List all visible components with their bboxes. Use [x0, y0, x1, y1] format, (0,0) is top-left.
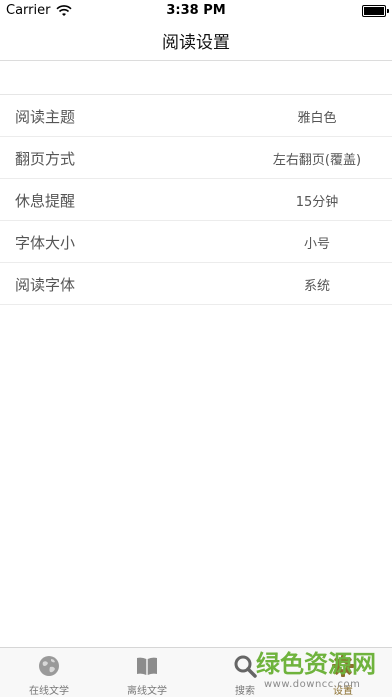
- status-time: 3:38 PM: [166, 3, 226, 18]
- setting-row-page-turn[interactable]: 翻页方式 左右翻页(覆盖): [0, 137, 392, 179]
- battery-icon: [362, 5, 389, 17]
- setting-label: 字体大小: [15, 234, 76, 252]
- setting-value: 15分钟: [295, 195, 339, 210]
- setting-row-rest-reminder[interactable]: 休息提醒 15分钟: [0, 179, 392, 221]
- setting-value: 系统: [303, 279, 330, 294]
- setting-label: 阅读字体: [15, 276, 76, 294]
- setting-label: 翻页方式: [15, 150, 76, 168]
- tab-online-literature[interactable]: 在线文学: [0, 648, 98, 697]
- watermark-url: www.downcc.com: [264, 679, 361, 690]
- search-icon: [234, 655, 257, 678]
- settings-list: 阅读主题 雅白色 翻页方式 左右翻页(覆盖) 休息提醒 15分钟 字体大小 小号…: [0, 94, 392, 305]
- setting-value: 小号: [303, 237, 330, 252]
- setting-value: 雅白色: [297, 111, 337, 126]
- setting-value: 左右翻页(覆盖): [272, 153, 362, 168]
- setting-label: 阅读主题: [15, 108, 76, 126]
- book-icon: [137, 657, 157, 675]
- setting-row-reading-theme[interactable]: 阅读主题 雅白色: [0, 95, 392, 137]
- navigation-bar: 阅读设置: [0, 20, 392, 61]
- globe-icon: [39, 656, 59, 676]
- tab-label: 离线文学: [127, 686, 167, 697]
- setting-row-font-size[interactable]: 字体大小 小号: [0, 221, 392, 263]
- status-bar: Carrier 3:38 PM: [0, 0, 392, 20]
- tab-label: 在线文学: [29, 686, 69, 697]
- tab-offline-literature[interactable]: 离线文学: [98, 648, 196, 697]
- setting-label: 休息提醒: [15, 192, 76, 210]
- battery-level: [364, 7, 384, 15]
- page-title: 阅读设置: [162, 33, 230, 53]
- setting-row-reading-font[interactable]: 阅读字体 系统: [0, 263, 392, 305]
- watermark-logo: 绿色资源网: [256, 650, 376, 678]
